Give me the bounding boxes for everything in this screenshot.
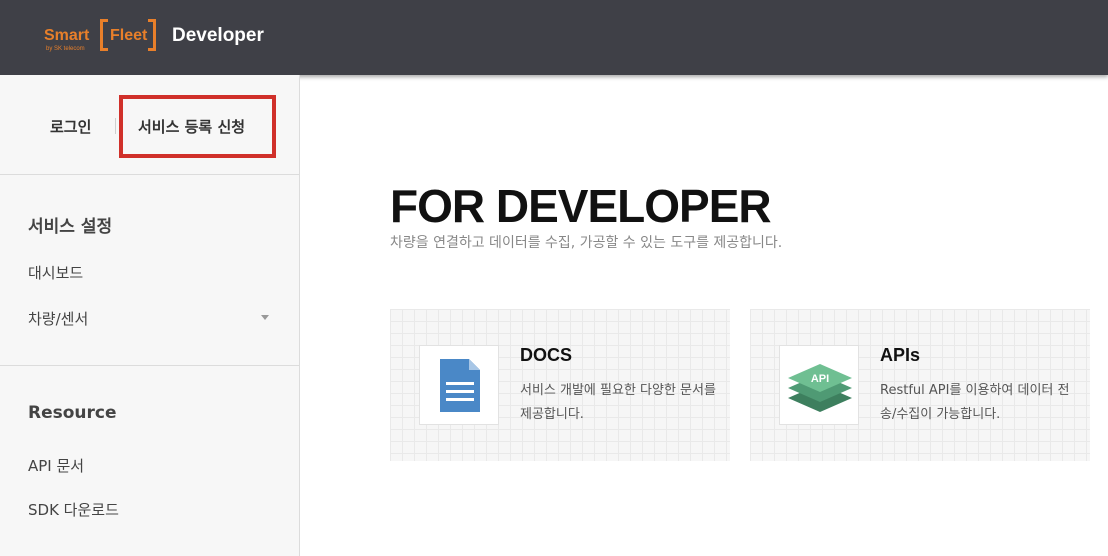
section-title-service-settings: 서비스 설정: [28, 217, 113, 237]
apis-icon-box: API: [779, 345, 859, 425]
api-layers-icon: API: [788, 364, 852, 412]
logo-developer-text: Developer: [172, 25, 264, 46]
sidebar-item-vehicle-sensor[interactable]: 차량/센서: [28, 308, 88, 329]
docs-card-description: 서비스 개발에 필요한 다양한 문서를 제공합니다.: [520, 383, 716, 422]
apis-card-title: APIs: [880, 345, 921, 365]
sidebar: 로그인 서비스 등록 신청 서비스 설정 대시보드 차량/센서 Resource…: [0, 75, 300, 556]
logo-subtext: by SK telecom: [46, 46, 85, 52]
sidebar-item-sdk-download[interactable]: SDK 다운로드: [28, 499, 119, 520]
page-title: FOR DEVELOPER: [390, 180, 772, 232]
api-icon-label: API: [811, 373, 829, 385]
logo-smart-text: Smart: [44, 27, 90, 44]
login-link[interactable]: 로그인: [50, 116, 91, 137]
auth-divider: [115, 118, 116, 134]
docs-icon-box: [419, 345, 499, 425]
apis-card[interactable]: API APIs Restful API를 이용하여 데이터 전송/수집이 가능…: [750, 309, 1090, 461]
section-title-resource: Resource: [28, 403, 117, 423]
auth-area: 로그인 서비스 등록 신청: [0, 75, 299, 175]
sidebar-item-dashboard[interactable]: 대시보드: [28, 262, 83, 283]
service-register-link[interactable]: 서비스 등록 신청: [138, 116, 245, 137]
apis-card-description: Restful API를 이용하여 데이터 전송/수집이 가능합니다.: [880, 383, 1070, 422]
docs-card[interactable]: DOCS 서비스 개발에 필요한 다양한 문서를 제공합니다.: [390, 309, 730, 461]
sidebar-item-api-docs[interactable]: API 문서: [28, 455, 84, 476]
docs-card-title: DOCS: [520, 345, 573, 365]
document-icon: [440, 359, 480, 412]
main-content: FOR DEVELOPER 차량을 연결하고 데이터를 수집, 가공할 수 있는…: [300, 75, 1108, 556]
service-settings-section: 서비스 설정 대시보드 차량/센서: [0, 175, 299, 366]
chevron-down-icon[interactable]: [261, 315, 269, 320]
logo-fleet-text: Fleet: [110, 27, 148, 44]
top-header: Smart by SK telecom Fleet Developer: [0, 0, 1108, 75]
page-subtitle: 차량을 연결하고 데이터를 수집, 가공할 수 있는 도구를 제공합니다.: [390, 235, 783, 251]
